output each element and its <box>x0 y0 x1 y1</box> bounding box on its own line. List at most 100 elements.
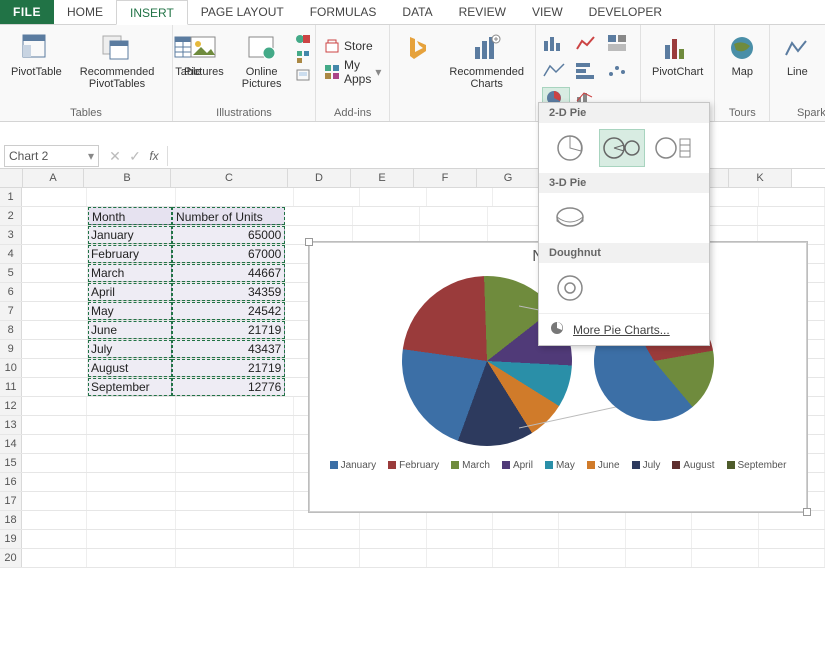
cell-C9[interactable]: 43437 <box>172 340 285 358</box>
cell-K20[interactable] <box>759 549 825 567</box>
cell-C3[interactable]: 65000 <box>172 226 285 244</box>
cell-K19[interactable] <box>759 530 825 548</box>
row-header[interactable]: 3 <box>0 226 22 244</box>
cell-A3[interactable] <box>22 226 88 244</box>
col-header-A[interactable]: A <box>23 169 84 187</box>
cell-B10[interactable]: August <box>88 359 172 377</box>
legend-item[interactable]: September <box>727 460 787 471</box>
cell-C8[interactable]: 21719 <box>172 321 285 339</box>
tab-insert[interactable]: INSERT <box>116 0 188 25</box>
tab-data[interactable]: DATA <box>389 0 445 24</box>
cell-B15[interactable] <box>87 454 176 472</box>
cell-A1[interactable] <box>22 188 86 206</box>
legend-item[interactable]: June <box>587 460 620 471</box>
cell-K1[interactable] <box>759 188 825 206</box>
name-box[interactable]: Chart 2▾ <box>4 145 99 167</box>
myapps-button[interactable]: My Apps ▾ <box>322 57 383 87</box>
insert-bar-chart-icon[interactable] <box>574 60 602 83</box>
cell-C18[interactable] <box>176 511 294 529</box>
col-header-C[interactable]: C <box>171 169 288 187</box>
cell-B5[interactable]: March <box>88 264 172 282</box>
cell-E2[interactable] <box>353 207 420 225</box>
cell-C17[interactable] <box>176 492 294 510</box>
recommended-pivottables-button[interactable]: Recommended PivotTables <box>75 29 160 93</box>
cell-A13[interactable] <box>22 416 86 434</box>
more-pie-charts-button[interactable]: More Pie Charts... <box>539 313 709 345</box>
cell-D18[interactable] <box>294 511 360 529</box>
row-header[interactable]: 13 <box>0 416 22 434</box>
cell-B1[interactable] <box>87 188 176 206</box>
cell-D2[interactable] <box>285 207 352 225</box>
cell-J18[interactable] <box>692 511 758 529</box>
row-header[interactable]: 11 <box>0 378 22 396</box>
cell-A10[interactable] <box>22 359 88 377</box>
store-button[interactable]: Store <box>322 37 383 55</box>
tab-home[interactable]: HOME <box>54 0 116 24</box>
insert-scatter-chart-icon[interactable] <box>606 60 634 83</box>
cell-G20[interactable] <box>493 549 559 567</box>
insert-column-chart-icon[interactable] <box>542 33 570 56</box>
cell-C13[interactable] <box>176 416 294 434</box>
legend-item[interactable]: July <box>632 460 661 471</box>
row-header[interactable]: 6 <box>0 283 22 301</box>
cell-F20[interactable] <box>427 549 493 567</box>
col-header-E[interactable]: E <box>351 169 414 187</box>
cell-A14[interactable] <box>22 435 86 453</box>
fx-icon[interactable]: fx <box>145 149 163 163</box>
row-header[interactable]: 10 <box>0 359 22 377</box>
cell-B11[interactable]: September <box>88 378 172 396</box>
screenshot-icon[interactable] <box>295 67 311 83</box>
cell-E1[interactable] <box>360 188 426 206</box>
recommended-charts-button[interactable]: Recommended Charts <box>444 29 529 93</box>
legend-item[interactable]: January <box>330 460 377 471</box>
insert-stock-chart-icon[interactable] <box>574 33 602 56</box>
cell-C19[interactable] <box>176 530 294 548</box>
cell-C4[interactable]: 67000 <box>172 245 285 263</box>
cell-A20[interactable] <box>22 549 86 567</box>
formula-bar[interactable] <box>167 146 825 166</box>
cell-H18[interactable] <box>559 511 625 529</box>
cell-B2[interactable]: Month <box>88 207 172 225</box>
tab-file[interactable]: FILE <box>0 0 54 24</box>
cell-A19[interactable] <box>22 530 86 548</box>
shapes-icon[interactable] <box>295 31 311 47</box>
pie-option-3d-pie[interactable] <box>547 199 593 237</box>
cell-B18[interactable] <box>87 511 176 529</box>
cell-B9[interactable]: July <box>88 340 172 358</box>
map-button[interactable]: Map <box>721 29 763 81</box>
row-header[interactable]: 2 <box>0 207 22 225</box>
cell-I19[interactable] <box>626 530 692 548</box>
cell-I20[interactable] <box>626 549 692 567</box>
col-header-B[interactable]: B <box>84 169 171 187</box>
cell-B4[interactable]: February <box>88 245 172 263</box>
cell-J20[interactable] <box>692 549 758 567</box>
cell-K2[interactable] <box>758 207 825 225</box>
cell-A16[interactable] <box>22 473 86 491</box>
cell-F18[interactable] <box>427 511 493 529</box>
cell-C5[interactable]: 44667 <box>172 264 285 282</box>
legend-item[interactable]: April <box>502 460 533 471</box>
online-pictures-button[interactable]: Online Pictures <box>237 29 287 93</box>
row-header[interactable]: 17 <box>0 492 22 510</box>
cell-A7[interactable] <box>22 302 88 320</box>
tab-view[interactable]: VIEW <box>519 0 576 24</box>
col-header-D[interactable]: D <box>288 169 351 187</box>
row-header[interactable]: 5 <box>0 264 22 282</box>
row-header[interactable]: 7 <box>0 302 22 320</box>
pivottable-button[interactable]: PivotTable <box>6 29 67 81</box>
cell-A12[interactable] <box>22 397 86 415</box>
cell-D19[interactable] <box>294 530 360 548</box>
row-header[interactable]: 1 <box>0 188 22 206</box>
legend-item[interactable]: March <box>451 460 490 471</box>
row-header[interactable]: 8 <box>0 321 22 339</box>
tab-developer[interactable]: DEVELOPER <box>576 0 675 24</box>
cell-B12[interactable] <box>87 397 176 415</box>
pie-option-pie-of-pie[interactable] <box>599 129 645 167</box>
row-header[interactable]: 20 <box>0 549 22 567</box>
pie-option-doughnut[interactable] <box>547 269 593 307</box>
cell-J19[interactable] <box>692 530 758 548</box>
pictures-button[interactable]: Pictures <box>179 29 229 81</box>
legend-item[interactable]: February <box>388 460 439 471</box>
cell-A18[interactable] <box>22 511 86 529</box>
tab-formulas[interactable]: FORMULAS <box>297 0 390 24</box>
